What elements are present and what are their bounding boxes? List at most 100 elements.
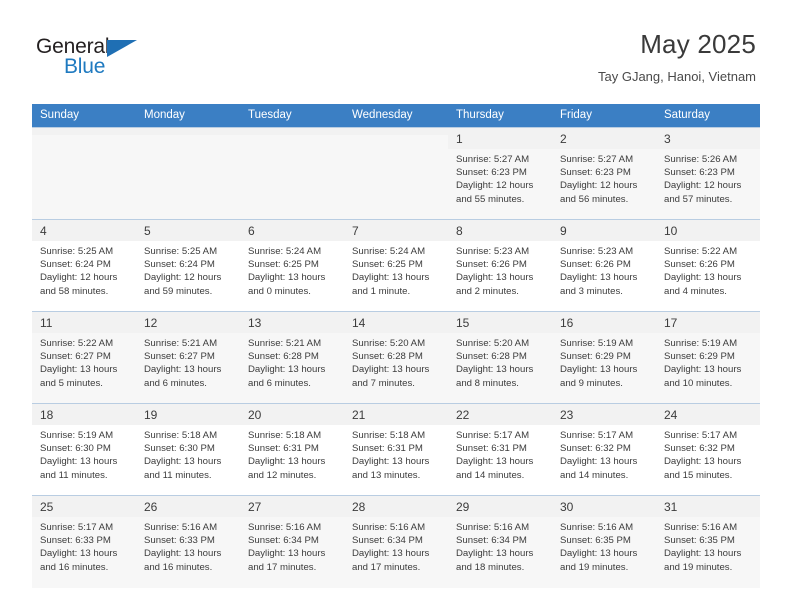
sunrise-time: Sunrise: 5:18 AM: [248, 430, 322, 441]
daylight-duration-line1: Daylight: 13 hours: [144, 364, 222, 376]
sunset-time: Sunset: 6:33 PM: [40, 535, 111, 547]
day-number: 8: [448, 220, 552, 241]
daylight-duration-line2: and 6 minutes.: [144, 377, 207, 389]
calendar-day-cell[interactable]: 17 Sunrise: 5:19 AM Sunset: 6:29 PM Dayligh…: [656, 311, 760, 404]
calendar-day-cell[interactable]: 15 Sunrise: 5:20 AM Sunset: 6:28 PM Dayligh…: [448, 311, 552, 404]
calendar-day-cell[interactable]: 13 Sunrise: 5:21 AM Sunset: 6:28 PM Dayligh…: [240, 311, 344, 404]
daylight-duration-line2: and 9 minutes.: [560, 377, 623, 389]
day-number: 4: [32, 220, 136, 241]
sunrise-time: Sunrise: 5:20 AM: [456, 338, 530, 349]
day-details: Sunrise: 5:24 AM Sunset: 6:25 PM Daylight:…: [240, 241, 344, 298]
day-number: 27: [240, 496, 344, 517]
sunrise-time: Sunrise: 5:22 AM: [664, 246, 738, 257]
calendar-day-cell[interactable]: 30 Sunrise: 5:16 AM Sunset: 6:35 PM Dayligh…: [552, 495, 656, 588]
sunrise-time: Sunrise: 5:19 AM: [560, 338, 634, 349]
daylight-duration-line2: and 57 minutes.: [664, 193, 733, 205]
daylight-duration-line1: Daylight: 13 hours: [664, 456, 742, 468]
day-details: Sunrise: 5:18 AM Sunset: 6:31 PM Daylight:…: [240, 425, 344, 482]
day-number: 17: [656, 312, 760, 333]
day-details: Sunrise: 5:17 AM Sunset: 6:32 PM Daylight:…: [656, 425, 760, 482]
day-number: 2: [552, 128, 656, 149]
daylight-duration-line1: Daylight: 13 hours: [352, 272, 430, 284]
day-details: Sunrise: 5:17 AM Sunset: 6:32 PM Daylight:…: [552, 425, 656, 482]
calendar-day-cell[interactable]: 21 Sunrise: 5:18 AM Sunset: 6:31 PM Dayligh…: [344, 403, 448, 496]
daylight-duration-line2: and 11 minutes.: [40, 469, 108, 481]
page-title: May 2025: [640, 29, 756, 59]
day-details: Sunrise: 5:16 AM Sunset: 6:33 PM Daylight:…: [136, 517, 240, 574]
calendar-cell-empty: [136, 127, 240, 220]
day-details: Sunrise: 5:22 AM Sunset: 6:26 PM Daylight:…: [656, 241, 760, 298]
daylight-duration-line2: and 10 minutes.: [664, 377, 733, 389]
calendar-day-cell[interactable]: 20 Sunrise: 5:18 AM Sunset: 6:31 PM Dayligh…: [240, 403, 344, 496]
sunset-time: Sunset: 6:29 PM: [664, 351, 735, 363]
day-number: 29: [448, 496, 552, 517]
daylight-duration-line2: and 5 minutes.: [40, 377, 103, 389]
calendar-day-cell[interactable]: 9 Sunrise: 5:23 AM Sunset: 6:26 PM Daylight…: [552, 219, 656, 312]
calendar-day-cell[interactable]: 25 Sunrise: 5:17 AM Sunset: 6:33 PM Dayligh…: [32, 495, 136, 588]
weekday-header-tuesday: Tuesday: [240, 104, 344, 128]
sunrise-time: Sunrise: 5:27 AM: [456, 154, 530, 165]
daylight-duration-line2: and 17 minutes.: [352, 561, 421, 573]
daylight-duration-line1: Daylight: 13 hours: [560, 272, 638, 284]
calendar-day-cell[interactable]: 1 Sunrise: 5:27 AM Sunset: 6:23 PM Daylight…: [448, 127, 552, 220]
calendar-day-cell[interactable]: 2 Sunrise: 5:27 AM Sunset: 6:23 PM Daylight…: [552, 127, 656, 220]
day-details: Sunrise: 5:27 AM Sunset: 6:23 PM Daylight:…: [552, 149, 656, 206]
calendar-day-cell[interactable]: 16 Sunrise: 5:19 AM Sunset: 6:29 PM Dayligh…: [552, 311, 656, 404]
daylight-duration-line1: Daylight: 13 hours: [456, 548, 534, 560]
day-number: 13: [240, 312, 344, 333]
weekday-header-wednesday: Wednesday: [344, 104, 448, 128]
calendar-day-cell[interactable]: 8 Sunrise: 5:23 AM Sunset: 6:26 PM Daylight…: [448, 219, 552, 312]
calendar-day-cell[interactable]: 26 Sunrise: 5:16 AM Sunset: 6:33 PM Dayligh…: [136, 495, 240, 588]
weekday-header-saturday: Saturday: [656, 104, 760, 128]
calendar-day-cell[interactable]: 29 Sunrise: 5:16 AM Sunset: 6:34 PM Dayligh…: [448, 495, 552, 588]
daylight-duration-line2: and 12 minutes.: [248, 469, 317, 481]
day-number: 20: [240, 404, 344, 425]
daylight-duration-line2: and 13 minutes.: [352, 469, 421, 481]
weekday-header-monday: Monday: [136, 104, 240, 128]
calendar-week-row: 18 Sunrise: 5:19 AM Sunset: 6:30 PM Dayligh…: [32, 403, 760, 496]
sunrise-time: Sunrise: 5:17 AM: [40, 522, 114, 533]
calendar-day-cell[interactable]: 18 Sunrise: 5:19 AM Sunset: 6:30 PM Dayligh…: [32, 403, 136, 496]
calendar-day-cell[interactable]: 5 Sunrise: 5:25 AM Sunset: 6:24 PM Daylight…: [136, 219, 240, 312]
calendar-day-cell[interactable]: 22 Sunrise: 5:17 AM Sunset: 6:31 PM Dayligh…: [448, 403, 552, 496]
calendar-day-cell[interactable]: 19 Sunrise: 5:18 AM Sunset: 6:30 PM Dayligh…: [136, 403, 240, 496]
day-number: 28: [344, 496, 448, 517]
day-number: 18: [32, 404, 136, 425]
sunrise-time: Sunrise: 5:21 AM: [248, 338, 322, 349]
calendar-day-cell[interactable]: 7 Sunrise: 5:24 AM Sunset: 6:25 PM Daylight…: [344, 219, 448, 312]
calendar-day-cell[interactable]: 4 Sunrise: 5:25 AM Sunset: 6:24 PM Daylight…: [32, 219, 136, 312]
day-details: Sunrise: 5:23 AM Sunset: 6:26 PM Daylight:…: [552, 241, 656, 298]
sunset-time: Sunset: 6:31 PM: [456, 443, 527, 455]
calendar-day-cell[interactable]: 23 Sunrise: 5:17 AM Sunset: 6:32 PM Dayligh…: [552, 403, 656, 496]
calendar-day-cell[interactable]: 10 Sunrise: 5:22 AM Sunset: 6:26 PM Dayligh…: [656, 219, 760, 312]
calendar-day-cell[interactable]: 3 Sunrise: 5:26 AM Sunset: 6:23 PM Daylight…: [656, 127, 760, 220]
day-details: Sunrise: 5:26 AM Sunset: 6:23 PM Daylight:…: [656, 149, 760, 206]
calendar-day-cell[interactable]: 11 Sunrise: 5:22 AM Sunset: 6:27 PM Dayligh…: [32, 311, 136, 404]
calendar-week-row: 25 Sunrise: 5:17 AM Sunset: 6:33 PM Dayligh…: [32, 495, 760, 588]
sunset-time: Sunset: 6:31 PM: [248, 443, 319, 455]
day-number: [136, 128, 240, 135]
calendar-day-cell[interactable]: 27 Sunrise: 5:16 AM Sunset: 6:34 PM Dayligh…: [240, 495, 344, 588]
sunrise-time: Sunrise: 5:20 AM: [352, 338, 426, 349]
daylight-duration-line1: Daylight: 13 hours: [40, 456, 118, 468]
day-number: 9: [552, 220, 656, 241]
day-details: Sunrise: 5:19 AM Sunset: 6:30 PM Daylight:…: [32, 425, 136, 482]
day-number: 21: [344, 404, 448, 425]
sunset-time: Sunset: 6:30 PM: [40, 443, 111, 455]
calendar-day-cell[interactable]: 6 Sunrise: 5:24 AM Sunset: 6:25 PM Daylight…: [240, 219, 344, 312]
calendar-day-cell[interactable]: 28 Sunrise: 5:16 AM Sunset: 6:34 PM Dayligh…: [344, 495, 448, 588]
brand-logo[interactable]: General Blue: [36, 36, 186, 84]
daylight-duration-line1: Daylight: 13 hours: [664, 364, 742, 376]
daylight-duration-line2: and 14 minutes.: [456, 469, 525, 481]
sunset-time: Sunset: 6:23 PM: [664, 167, 735, 179]
sunset-time: Sunset: 6:33 PM: [144, 535, 215, 547]
day-number: 26: [136, 496, 240, 517]
calendar-day-cell[interactable]: 14 Sunrise: 5:20 AM Sunset: 6:28 PM Dayligh…: [344, 311, 448, 404]
sunrise-time: Sunrise: 5:26 AM: [664, 154, 738, 165]
calendar-day-cell[interactable]: 24 Sunrise: 5:17 AM Sunset: 6:32 PM Dayligh…: [656, 403, 760, 496]
calendar-day-cell[interactable]: 31 Sunrise: 5:16 AM Sunset: 6:35 PM Dayligh…: [656, 495, 760, 588]
day-details: Sunrise: 5:18 AM Sunset: 6:30 PM Daylight:…: [136, 425, 240, 482]
sunset-time: Sunset: 6:23 PM: [560, 167, 631, 179]
day-number: 14: [344, 312, 448, 333]
calendar-day-cell[interactable]: 12 Sunrise: 5:21 AM Sunset: 6:27 PM Dayligh…: [136, 311, 240, 404]
